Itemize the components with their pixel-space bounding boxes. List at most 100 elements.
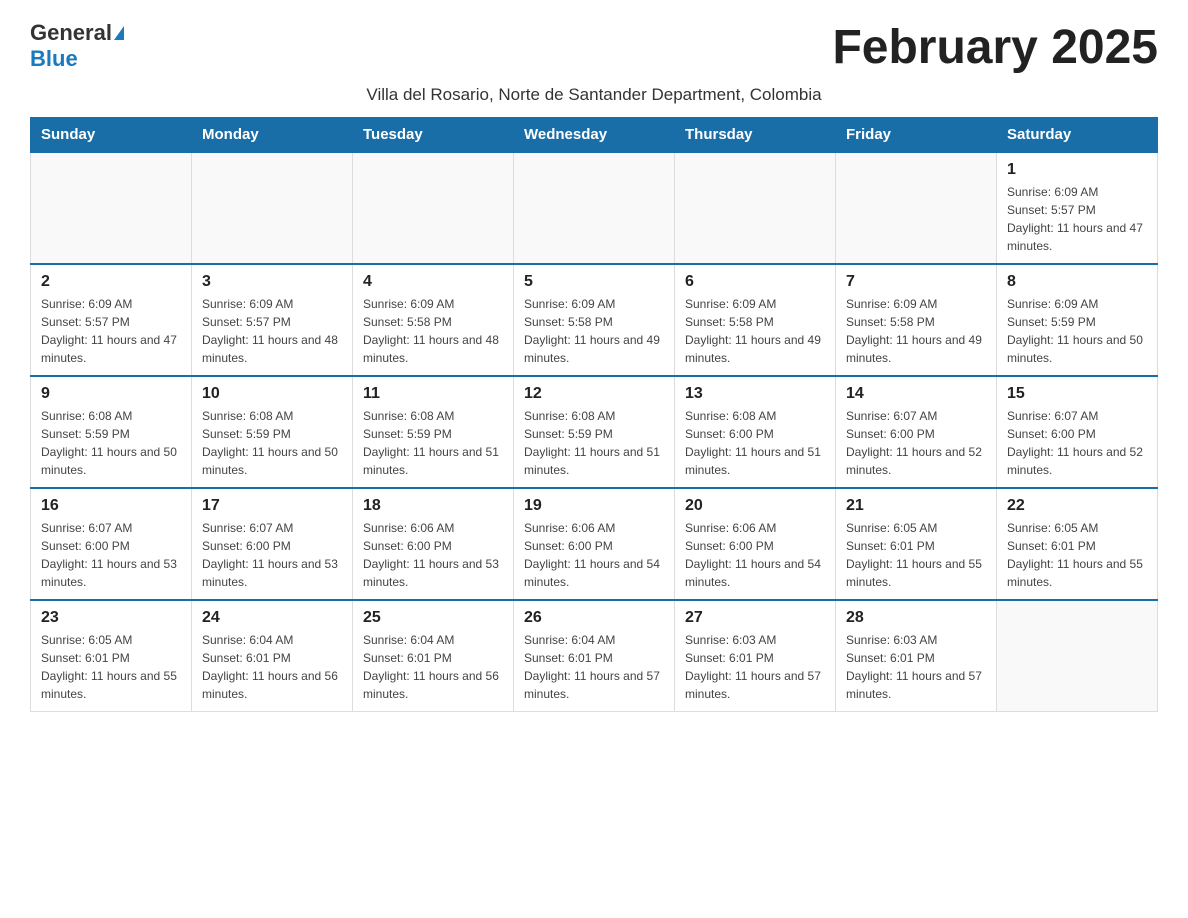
calendar-cell: 24 Sunrise: 6:04 AMSunset: 6:01 PMDayligh… — [192, 600, 353, 712]
calendar-week-row: 23 Sunrise: 6:05 AMSunset: 6:01 PMDayligh… — [31, 600, 1158, 712]
day-number: 9 — [41, 385, 181, 403]
day-info: Sunrise: 6:09 AMSunset: 5:58 PMDaylight:… — [524, 295, 664, 367]
calendar-cell: 17Sunrise: 6:07 AMSunset: 6:00 PMDayligh… — [192, 488, 353, 600]
day-number: 15 — [1007, 385, 1147, 403]
day-info: Sunrise: 6:09 AMSunset: 5:57 PMDaylight:… — [202, 295, 342, 367]
calendar-cell: 19 Sunrise: 6:06 AMSunset: 6:00 PMDayligh… — [514, 488, 675, 600]
day-info: Sunrise: 6:09 AMSunset: 5:59 PMDaylight:… — [1007, 295, 1147, 367]
day-number: 16 — [41, 497, 181, 515]
calendar-cell — [675, 152, 836, 264]
day-number: 28 — [846, 609, 986, 627]
day-number: 21 — [846, 497, 986, 515]
day-info: Sunrise: 6:09 AMSunset: 5:58 PMDaylight:… — [846, 295, 986, 367]
day-of-week-header: Sunday — [31, 118, 192, 153]
calendar-cell: 1 Sunrise: 6:09 AMSunset: 5:57 PMDaylight… — [997, 152, 1158, 264]
calendar-cell: 28 Sunrise: 6:03 AMSunset: 6:01 PMDayligh… — [836, 600, 997, 712]
calendar-cell — [997, 600, 1158, 712]
calendar-cell: 8 Sunrise: 6:09 AMSunset: 5:59 PMDaylight… — [997, 264, 1158, 376]
day-info: Sunrise: 6:05 AMSunset: 6:01 PMDaylight:… — [846, 519, 986, 591]
day-number: 17 — [202, 497, 342, 515]
calendar-week-row: 9 Sunrise: 6:08 AMSunset: 5:59 PMDaylight… — [31, 376, 1158, 488]
day-info: Sunrise: 6:04 AMSunset: 6:01 PMDaylight:… — [524, 631, 664, 703]
day-of-week-header: Monday — [192, 118, 353, 153]
calendar-cell: 3 Sunrise: 6:09 AMSunset: 5:57 PMDaylight… — [192, 264, 353, 376]
day-number: 11 — [363, 385, 503, 403]
day-info: Sunrise: 6:09 AMSunset: 5:57 PMDaylight:… — [41, 295, 181, 367]
day-number: 7 — [846, 273, 986, 291]
calendar-cell: 2 Sunrise: 6:09 AMSunset: 5:57 PMDaylight… — [31, 264, 192, 376]
day-number: 8 — [1007, 273, 1147, 291]
calendar-week-row: 1 Sunrise: 6:09 AMSunset: 5:57 PMDaylight… — [31, 152, 1158, 264]
calendar-cell: 27Sunrise: 6:03 AMSunset: 6:01 PMDayligh… — [675, 600, 836, 712]
calendar-week-row: 16 Sunrise: 6:07 AMSunset: 6:00 PMDayligh… — [31, 488, 1158, 600]
day-info: Sunrise: 6:08 AMSunset: 5:59 PMDaylight:… — [363, 407, 503, 479]
calendar-cell: 11 Sunrise: 6:08 AMSunset: 5:59 PMDayligh… — [353, 376, 514, 488]
calendar-cell: 7 Sunrise: 6:09 AMSunset: 5:58 PMDaylight… — [836, 264, 997, 376]
day-of-week-header: Wednesday — [514, 118, 675, 153]
day-number: 24 — [202, 609, 342, 627]
day-info: Sunrise: 6:09 AMSunset: 5:58 PMDaylight:… — [685, 295, 825, 367]
calendar-cell: 4Sunrise: 6:09 AMSunset: 5:58 PMDaylight… — [353, 264, 514, 376]
calendar-cell: 6 Sunrise: 6:09 AMSunset: 5:58 PMDaylight… — [675, 264, 836, 376]
day-number: 14 — [846, 385, 986, 403]
calendar-cell: 25Sunrise: 6:04 AMSunset: 6:01 PMDayligh… — [353, 600, 514, 712]
calendar-cell: 15Sunrise: 6:07 AMSunset: 6:00 PMDayligh… — [997, 376, 1158, 488]
calendar-cell: 12 Sunrise: 6:08 AMSunset: 5:59 PMDayligh… — [514, 376, 675, 488]
day-info: Sunrise: 6:07 AMSunset: 6:00 PMDaylight:… — [41, 519, 181, 591]
calendar-cell: 16 Sunrise: 6:07 AMSunset: 6:00 PMDayligh… — [31, 488, 192, 600]
calendar-cell: 9 Sunrise: 6:08 AMSunset: 5:59 PMDaylight… — [31, 376, 192, 488]
day-of-week-header: Thursday — [675, 118, 836, 153]
calendar-cell: 5 Sunrise: 6:09 AMSunset: 5:58 PMDaylight… — [514, 264, 675, 376]
logo-general-text: General — [30, 20, 112, 46]
day-info: Sunrise: 6:08 AMSunset: 5:59 PMDaylight:… — [202, 407, 342, 479]
day-of-week-header: Tuesday — [353, 118, 514, 153]
calendar-cell — [353, 152, 514, 264]
day-number: 22 — [1007, 497, 1147, 515]
day-info: Sunrise: 6:06 AMSunset: 6:00 PMDaylight:… — [524, 519, 664, 591]
calendar-cell — [514, 152, 675, 264]
day-info: Sunrise: 6:04 AMSunset: 6:01 PMDaylight:… — [363, 631, 503, 703]
day-number: 19 — [524, 497, 664, 515]
day-info: Sunrise: 6:05 AMSunset: 6:01 PMDaylight:… — [1007, 519, 1147, 591]
day-info: Sunrise: 6:04 AMSunset: 6:01 PMDaylight:… — [202, 631, 342, 703]
day-info: Sunrise: 6:07 AMSunset: 6:00 PMDaylight:… — [846, 407, 986, 479]
day-info: Sunrise: 6:03 AMSunset: 6:01 PMDaylight:… — [846, 631, 986, 703]
calendar-table: SundayMondayTuesdayWednesdayThursdayFrid… — [30, 117, 1158, 712]
day-number: 27 — [685, 609, 825, 627]
month-title: February 2025 — [832, 20, 1158, 75]
day-number: 5 — [524, 273, 664, 291]
calendar-cell: 21 Sunrise: 6:05 AMSunset: 6:01 PMDayligh… — [836, 488, 997, 600]
day-number: 23 — [41, 609, 181, 627]
calendar-cell — [836, 152, 997, 264]
calendar-cell: 10 Sunrise: 6:08 AMSunset: 5:59 PMDayligh… — [192, 376, 353, 488]
day-number: 2 — [41, 273, 181, 291]
day-info: Sunrise: 6:08 AMSunset: 6:00 PMDaylight:… — [685, 407, 825, 479]
logo-triangle-icon — [114, 26, 124, 40]
day-info: Sunrise: 6:08 AMSunset: 5:59 PMDaylight:… — [41, 407, 181, 479]
day-info: Sunrise: 6:06 AMSunset: 6:00 PMDaylight:… — [685, 519, 825, 591]
day-info: Sunrise: 6:08 AMSunset: 5:59 PMDaylight:… — [524, 407, 664, 479]
day-number: 12 — [524, 385, 664, 403]
calendar-cell — [192, 152, 353, 264]
day-info: Sunrise: 6:05 AMSunset: 6:01 PMDaylight:… — [41, 631, 181, 703]
calendar-cell: 23 Sunrise: 6:05 AMSunset: 6:01 PMDayligh… — [31, 600, 192, 712]
day-number: 26 — [524, 609, 664, 627]
day-info: Sunrise: 6:09 AMSunset: 5:58 PMDaylight:… — [363, 295, 503, 367]
day-number: 6 — [685, 273, 825, 291]
day-info: Sunrise: 6:09 AMSunset: 5:57 PMDaylight:… — [1007, 183, 1147, 255]
logo: General Blue — [30, 20, 124, 72]
calendar-cell: 14 Sunrise: 6:07 AMSunset: 6:00 PMDayligh… — [836, 376, 997, 488]
calendar-cell: 26 Sunrise: 6:04 AMSunset: 6:01 PMDayligh… — [514, 600, 675, 712]
day-of-week-header: Friday — [836, 118, 997, 153]
day-of-week-header: Saturday — [997, 118, 1158, 153]
day-info: Sunrise: 6:06 AMSunset: 6:00 PMDaylight:… — [363, 519, 503, 591]
day-number: 1 — [1007, 161, 1147, 179]
day-number: 3 — [202, 273, 342, 291]
day-number: 20 — [685, 497, 825, 515]
day-number: 10 — [202, 385, 342, 403]
page-header: General Blue February 2025 — [30, 20, 1158, 75]
day-number: 13 — [685, 385, 825, 403]
calendar-cell: 18Sunrise: 6:06 AMSunset: 6:00 PMDayligh… — [353, 488, 514, 600]
logo-blue-text: Blue — [30, 46, 78, 72]
calendar-week-row: 2 Sunrise: 6:09 AMSunset: 5:57 PMDaylight… — [31, 264, 1158, 376]
